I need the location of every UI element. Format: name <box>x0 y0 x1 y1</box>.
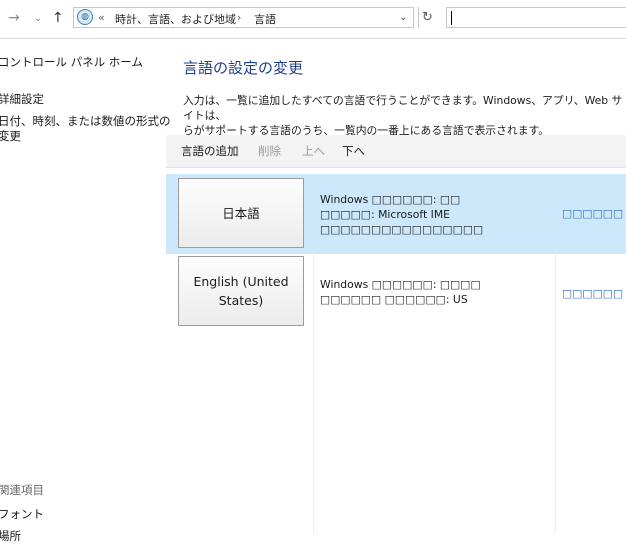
sidebar-link-advanced-settings[interactable]: 詳細設定 <box>0 91 44 107</box>
move-up-button[interactable]: 上へ <box>302 143 325 159</box>
see-also-heading: 関連項目 <box>0 483 44 497</box>
breadcrumb-language[interactable]: 言語 <box>254 11 276 27</box>
language-button-english[interactable]: English (United States) <box>178 256 304 326</box>
sidebar: コントロール パネル ホーム 詳細設定 日付、時刻、または数値の形式の 変更 関… <box>0 38 171 543</box>
language-list: 日本語 Windows □□□□□□: □□ □□□□□: Microsoft … <box>166 174 626 534</box>
breadcrumb-clock-language-region[interactable]: 時計、言語、および地域 <box>115 11 236 27</box>
language-name-line1: English (United <box>193 274 289 289</box>
sidebar-link-fonts[interactable]: フォント <box>0 506 44 522</box>
address-bar[interactable]: ◍ « 時計、言語、および地域 › 言語 ⌄ <box>73 7 414 28</box>
sidebar-link-control-panel-home[interactable]: コントロール パネル ホーム <box>0 54 143 70</box>
input-method-text: □□□□□: Microsoft IME <box>320 208 450 221</box>
breadcrumb-separator[interactable]: › <box>237 11 241 24</box>
main-content: 言語の設定の変更 入力は、一覧に追加したすべての言語で行うことができます。Win… <box>166 38 626 533</box>
sidebar-link-date-line2: 変更 <box>0 129 21 143</box>
language-info: Windows □□□□□□: □□□□ □□□□□□ □□□□□□: US <box>320 277 481 307</box>
globe-icon: ◍ <box>77 9 93 25</box>
sidebar-link-location[interactable]: 場所 <box>0 528 21 544</box>
navigation-bar: → ⌄ ↑ ◍ « 時計、言語、および地域 › 言語 ⌄ ↻ <box>0 0 626 39</box>
language-info: Windows □□□□□□: □□ □□□□□: Microsoft IME … <box>320 192 483 237</box>
description-line1: 入力は、一覧に追加したすべての言語で行うことができます。Windows、アプリ、… <box>183 94 623 122</box>
remove-button[interactable]: 削除 <box>258 143 281 159</box>
options-link[interactable]: □□□□□□ <box>562 207 623 220</box>
add-language-button[interactable]: 言語の追加 <box>181 143 239 159</box>
sidebar-link-date-line1: 日付、時刻、または数値の形式の <box>0 114 171 128</box>
handwriting-text: □□□□□□□□□□□□□□□□ <box>320 223 484 236</box>
forward-button[interactable]: → <box>8 10 20 26</box>
sidebar-link-date-time-format[interactable]: 日付、時刻、または数値の形式の 変更 <box>0 114 171 144</box>
language-name-line2: States) <box>218 293 264 308</box>
language-button-japanese[interactable]: 日本語 <box>178 178 304 248</box>
move-down-button[interactable]: 下へ <box>342 143 365 159</box>
language-row-english[interactable]: English (United States) Windows □□□□□□: … <box>166 254 626 334</box>
options-link[interactable]: □□□□□□ <box>562 287 623 300</box>
refresh-icon[interactable]: ↻ <box>418 7 436 28</box>
search-input[interactable] <box>446 7 626 28</box>
text-caret <box>451 11 452 25</box>
recent-locations-button[interactable]: ⌄ <box>34 13 42 24</box>
breadcrumb-overflow[interactable]: « <box>98 11 105 24</box>
keyboard-layout-text: □□□□□□ □□□□□□: US <box>320 293 468 306</box>
page-description: 入力は、一覧に追加したすべての言語で行うことができます。Windows、アプリ、… <box>183 93 626 138</box>
language-toolbar: 言語の追加 削除 上へ 下へ <box>166 135 626 168</box>
display-language-text: Windows □□□□□□: □□□□ <box>320 278 481 291</box>
up-button[interactable]: ↑ <box>52 10 64 26</box>
language-row-japanese[interactable]: 日本語 Windows □□□□□□: □□ □□□□□: Microsoft … <box>166 174 626 254</box>
chevron-down-icon[interactable]: ⌄ <box>399 12 407 23</box>
page-title: 言語の設定の変更 <box>183 59 304 77</box>
display-language-text: Windows □□□□□□: □□ <box>320 193 461 206</box>
